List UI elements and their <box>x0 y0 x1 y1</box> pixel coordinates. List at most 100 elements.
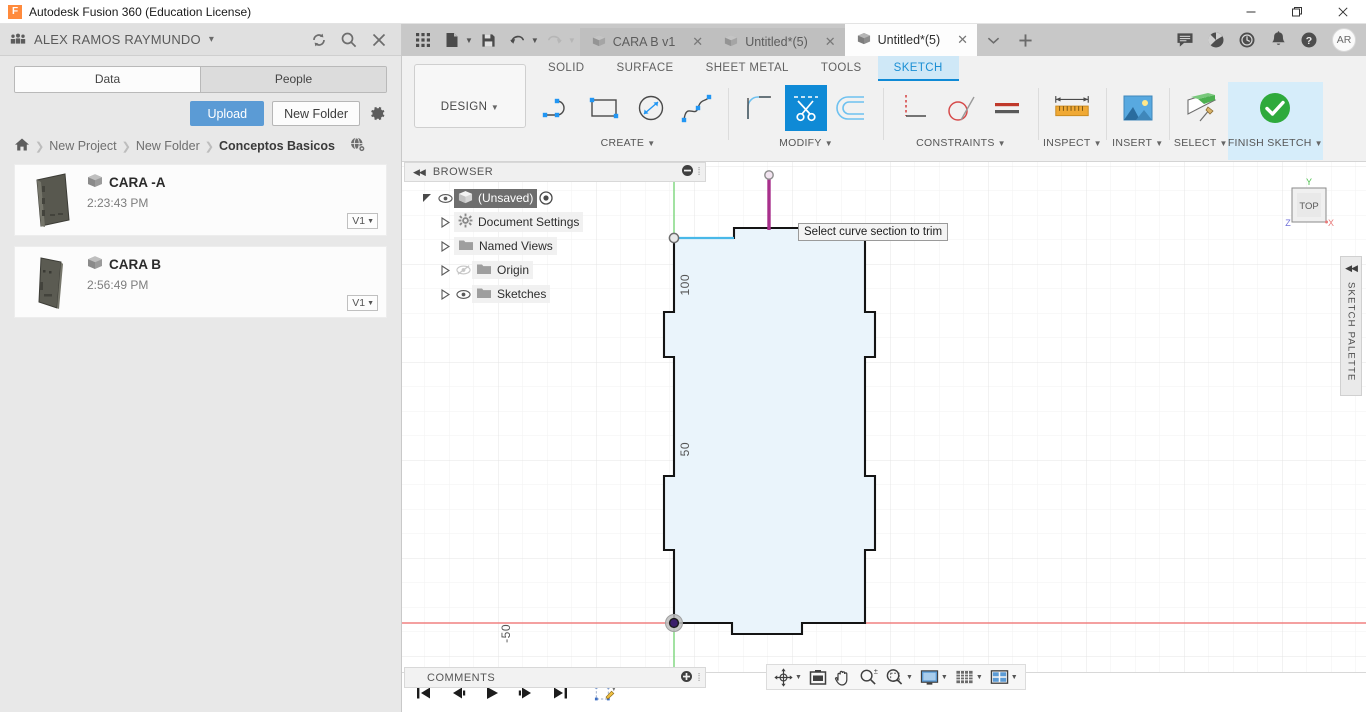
tree-node-content[interactable]: Document Settings <box>454 212 584 232</box>
expander-collapsed-icon[interactable] <box>436 264 454 276</box>
tab-overflow-chevron-down-icon[interactable] <box>977 24 1009 56</box>
spline-icon[interactable] <box>676 85 718 131</box>
display-settings-icon[interactable]: ▼ <box>917 665 951 689</box>
panel-resize-handle[interactable]: ⁞ <box>697 166 701 178</box>
help-icon[interactable]: ? <box>1295 24 1323 56</box>
sketch-palette-panel[interactable]: ◀◀ SKETCH PALETTE <box>1340 256 1362 396</box>
version-selector[interactable]: V1 ▼ <box>347 295 378 311</box>
visibility-eye-icon[interactable] <box>436 193 454 204</box>
breadcrumb-item-current[interactable]: Conceptos Basicos <box>219 139 335 153</box>
save-icon[interactable] <box>476 27 502 53</box>
perpendicular-icon[interactable] <box>894 85 936 131</box>
new-folder-button[interactable]: New Folder <box>272 101 360 126</box>
visibility-eye-icon[interactable] <box>454 289 472 300</box>
close-panel-icon[interactable] <box>370 31 388 49</box>
redo-icon[interactable] <box>542 27 568 53</box>
home-icon[interactable] <box>14 137 30 155</box>
fit-icon[interactable] <box>806 665 830 689</box>
job-status-icon[interactable] <box>1202 24 1230 56</box>
gear-icon[interactable] <box>368 104 387 123</box>
close-tab-icon[interactable]: ✕ <box>825 34 836 50</box>
view-cube[interactable]: TOP Y X Z <box>1278 176 1338 236</box>
finish-check-icon[interactable] <box>1254 85 1296 131</box>
refresh-icon[interactable] <box>310 31 328 49</box>
upload-button[interactable]: Upload <box>190 101 265 126</box>
tree-node-content[interactable]: Sketches <box>472 285 551 303</box>
expander-collapsed-icon[interactable] <box>436 288 454 300</box>
version-selector[interactable]: V1 ▼ <box>347 213 378 229</box>
select-icon[interactable] <box>1180 85 1222 131</box>
pan-hand-icon[interactable] <box>831 665 855 689</box>
globe-icon[interactable] <box>349 136 366 156</box>
viewports-icon[interactable]: ▼ <box>987 665 1021 689</box>
tab-data[interactable]: Data <box>15 67 201 92</box>
chevron-down-icon[interactable]: ▼ <box>465 36 473 45</box>
ribbon-tab-solid[interactable]: SOLID <box>532 56 601 79</box>
chevron-down-icon[interactable]: ▼ <box>531 36 539 45</box>
ribbon-group-finish-sketch[interactable]: FINISH SKETCH ▼ <box>1227 82 1323 160</box>
ribbon-tab-sheet-metal[interactable]: SHEET METAL <box>690 56 805 79</box>
close-button[interactable] <box>1320 0 1366 24</box>
tree-node-unsaved[interactable]: (Unsaved) <box>404 186 706 210</box>
new-file-icon[interactable] <box>439 27 465 53</box>
undo-icon[interactable] <box>505 27 531 53</box>
collapse-left-icon[interactable]: ◀◀ <box>405 167 433 178</box>
line-icon[interactable] <box>538 85 580 131</box>
close-tab-icon[interactable]: ✕ <box>957 32 968 48</box>
fillet-icon[interactable] <box>739 85 781 131</box>
expander-collapsed-icon[interactable] <box>436 240 454 252</box>
measure-icon[interactable] <box>1051 85 1093 131</box>
document-tab-untitled-2[interactable]: Untitled*(5) ✕ <box>844 24 978 56</box>
orbit-icon[interactable]: ▼ <box>771 665 805 689</box>
grid-snap-icon[interactable]: ▼ <box>952 665 986 689</box>
chevron-down-icon[interactable]: ▼ <box>568 36 576 45</box>
equal-icon[interactable] <box>986 85 1028 131</box>
notification-bell-icon[interactable] <box>1264 24 1292 56</box>
tangent-icon[interactable] <box>940 85 982 131</box>
tree-node-content[interactable]: Origin <box>472 261 534 279</box>
circle-icon[interactable] <box>630 85 672 131</box>
maximize-button[interactable] <box>1274 0 1320 24</box>
panel-resize-handle[interactable]: ⁞ <box>697 672 701 684</box>
workspace-switcher[interactable]: DESIGN ▼ <box>414 64 526 128</box>
minus-circle-icon[interactable] <box>681 164 694 180</box>
document-tab-cara-b[interactable]: CARA B v1 ✕ <box>579 28 713 56</box>
comments-bar[interactable]: COMMENTS ⁞ <box>404 667 706 688</box>
breadcrumb-item-folder[interactable]: New Folder <box>136 139 200 153</box>
avatar[interactable]: AR <box>1332 28 1356 52</box>
plus-circle-icon[interactable] <box>680 670 693 686</box>
grid-apps-icon[interactable] <box>410 27 436 53</box>
offset-icon[interactable] <box>831 85 873 131</box>
ribbon-tab-surface[interactable]: SURFACE <box>601 56 690 79</box>
tree-node-origin[interactable]: Origin <box>404 258 706 282</box>
tree-node-named-views[interactable]: Named Views <box>404 234 706 258</box>
expander-collapsed-icon[interactable] <box>436 216 454 228</box>
trim-icon[interactable] <box>785 85 827 131</box>
tree-node-document-settings[interactable]: Document Settings <box>404 210 706 234</box>
tree-node-sketches[interactable]: Sketches <box>404 282 706 306</box>
rectangle-icon[interactable] <box>584 85 626 131</box>
chevron-down-icon[interactable]: ▾ <box>209 34 214 45</box>
close-tab-icon[interactable]: ✕ <box>692 34 703 50</box>
tab-people[interactable]: People <box>201 67 386 92</box>
breadcrumb-item-project[interactable]: New Project <box>49 139 116 153</box>
tree-node-content[interactable]: (Unsaved) <box>454 188 538 208</box>
collapse-left-icon[interactable]: ◀◀ <box>1345 263 1358 274</box>
insert-image-icon[interactable] <box>1117 85 1159 131</box>
list-item[interactable]: CARA -A 2:23:43 PM V1 ▼ <box>14 164 387 236</box>
document-tab-untitled-1[interactable]: Untitled*(5) ✕ <box>712 28 845 56</box>
ribbon-tab-sketch[interactable]: SKETCH <box>877 56 959 81</box>
ribbon-tab-tools[interactable]: TOOLS <box>805 56 878 79</box>
sketch-canvas[interactable]: 100 50 -50 Select curve section to trim … <box>402 162 1366 712</box>
activate-component-icon[interactable] <box>537 191 555 205</box>
search-icon[interactable] <box>340 31 358 49</box>
new-tab-plus-icon[interactable] <box>1009 24 1041 56</box>
recent-icon[interactable] <box>1233 24 1261 56</box>
tree-node-content[interactable]: Named Views <box>454 237 557 255</box>
list-item[interactable]: CARA B 2:56:49 PM V1 ▼ <box>14 246 387 318</box>
minimize-button[interactable] <box>1228 0 1274 24</box>
zoom-window-icon[interactable]: ▼ <box>882 665 916 689</box>
comment-icon[interactable] <box>1171 24 1199 56</box>
visibility-hidden-eye-icon[interactable] <box>454 264 472 276</box>
zoom-icon[interactable]: ± <box>856 665 881 689</box>
